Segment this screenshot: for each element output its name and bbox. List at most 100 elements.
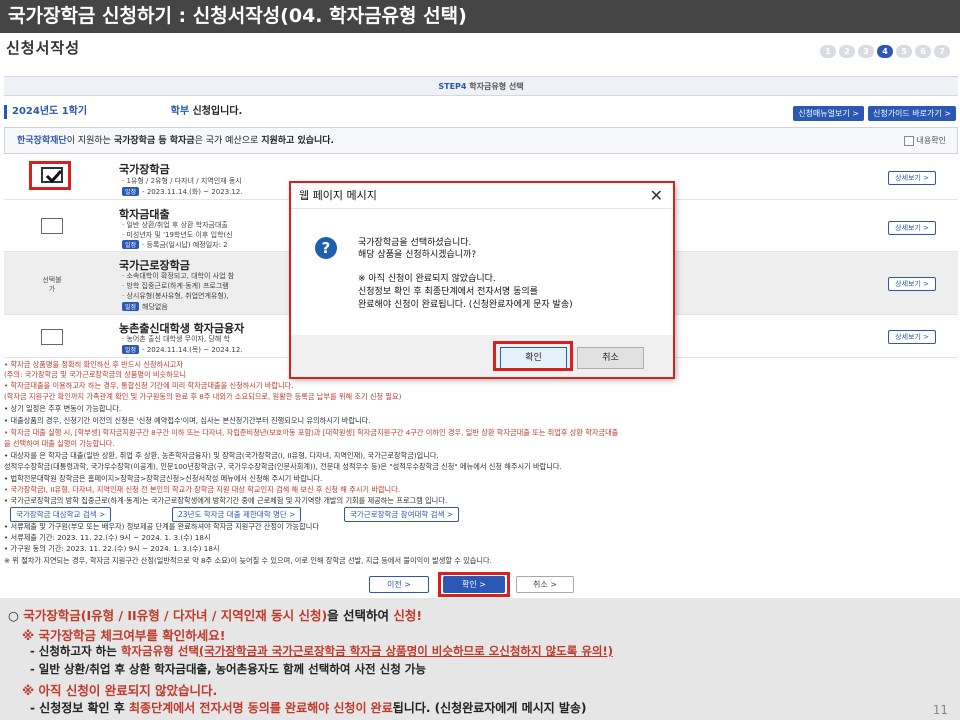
- explanation-line: ※ 아직 신청이 완료되지 않았습니다.: [22, 683, 218, 698]
- explanation-line: ※ 국가장학금 체크여부를 확인하세요!: [22, 628, 226, 643]
- step-dot-7: 7: [934, 45, 950, 58]
- step-bar-label: 학자금유형 선택: [469, 82, 524, 91]
- step-bar: STEP4 학자금유형 선택: [4, 76, 958, 96]
- notice-text-2: 은 국가 예산으로: [194, 136, 259, 146]
- note-line: • 학자금대출을 이용하고자 하는 경우, 통합신청 기간에 미리 학자금대출을…: [4, 381, 294, 390]
- checkmark-icon: [45, 169, 63, 183]
- note-line: • 국가근로장학금의 방학 집중근로(하계·동계)는 국가근로장학생에게 방학기…: [4, 496, 448, 505]
- note-line: • 상기 일정은 추후 변동이 가능합니다.: [4, 404, 122, 413]
- product-schedule: · 등록금(일시납) 예정일자: 2: [142, 241, 228, 249]
- detail-button[interactable]: 상세보기 >: [888, 330, 936, 344]
- explanation-bullet: ○: [8, 608, 24, 623]
- explanation-text: 국가장학금(I유형 / II유형 / 다자녀 / 지역인재 동시 신청): [23, 608, 328, 623]
- note-line: • 법학전문대학원 장학금은 홈페이지>장학금>장학금신청>신청서작성 메뉴에서…: [4, 474, 323, 483]
- step-dot-1: 1: [820, 45, 836, 58]
- note-line: • 학자금 대출 실행 시, [학부생] 학자금지원구간 8구간 이하 또는 다…: [4, 428, 619, 437]
- note-line: ※ 위 절차가 지연되는 경우, 학자금 지원구간 산정(일반적으로 약 8주 …: [4, 556, 492, 565]
- explanation-text: (국가장학금과 국가근로장학금 학자금 상품명이 비슷하므로 오신청하지 않도록…: [198, 644, 614, 658]
- schedule-badge: 일정: [122, 302, 140, 311]
- page-number: 11: [932, 703, 948, 717]
- notice-org: 한국장학재단: [17, 136, 67, 146]
- explanation-line: ○ 국가장학금(I유형 / II유형 / 다자녀 / 지역인재 동시 신청)을 …: [8, 605, 422, 624]
- product-schedule-line: 일정 - 2023.11.14.(화) ~ 2023.12.: [122, 187, 243, 197]
- notice-box: 한국장학재단이 지원하는 국가장학금 등 학자금은 국가 예산으로 지원하고 있…: [4, 127, 958, 154]
- explanation-text: - 신청하고자 하는: [30, 644, 121, 658]
- detail-button[interactable]: 상세보기 >: [888, 171, 936, 185]
- note-line: • 서류제출 기간: 2023. 11. 22.(수) 9시 ~ 2024. 1…: [4, 533, 211, 542]
- product-desc: · 방학 집중근로(하계·동계) 프로그램: [122, 282, 229, 290]
- agree-checkbox-box[interactable]: [903, 135, 914, 146]
- step-indicator: 1 2 3 4 5 6 7: [820, 45, 950, 58]
- product-schedule-line: 일정 · 등록금(일시납) 예정일자: 2: [122, 240, 228, 250]
- term-year: 2024년도 1학기: [12, 106, 88, 117]
- product-schedule: 2023.11.14.(화) ~ 2023.12.: [146, 188, 243, 196]
- highlight-box: [438, 572, 510, 597]
- schedule-badge: 일정: [122, 187, 140, 196]
- step-dot-2: 2: [839, 45, 855, 58]
- product-checkbox[interactable]: [41, 218, 63, 234]
- note-line: • 대출상품의 경우, 신청기간 이전의 신청은 '신청 예약접수'이며, 심사…: [4, 416, 371, 425]
- note-line: • 국가장학금I, II유형, 다자녀, 지역인재 신청 전 본인의 학교가 장…: [4, 485, 401, 494]
- product-desc: · 일반 상환/취업 후 상환 학자금대출: [122, 221, 228, 229]
- highlight-box: [289, 181, 675, 379]
- product-checkbox[interactable]: [41, 329, 63, 345]
- step-dot-3: 3: [858, 45, 874, 58]
- manual-link-button[interactable]: 신청매뉴얼보기 >: [793, 106, 864, 121]
- explanation-text: 신청!: [393, 608, 423, 623]
- product-desc: · 1유형 / 2유형 / 다자녀 / 지역인재 동시: [122, 177, 242, 185]
- term-level: 학부: [170, 106, 190, 117]
- note-line: 을 선택하여 대출 실행이 가능합니다.: [4, 439, 115, 448]
- notice-bold-1: 국가장학금 등 학자금: [113, 136, 195, 146]
- note-line: (학자금 지원구간 확인까지 가족관계 확인 및 가구원동의 완료 후 8주 내…: [4, 392, 402, 401]
- agree-checkbox[interactable]: 내용확인: [903, 135, 946, 146]
- cancel-button[interactable]: 취소 >: [516, 576, 574, 593]
- note-line: (주의: 국가장학금 및 국가근로장학금의 상품명이 비슷하오니: [4, 370, 186, 379]
- schedule-badge: 일정: [122, 240, 140, 249]
- guide-link-button[interactable]: 신청가이드 바로가기 >: [867, 106, 956, 121]
- step-dot-4: 4: [877, 45, 893, 58]
- prev-button[interactable]: 이전 >: [369, 576, 429, 593]
- work-univ-search-button[interactable]: 국가근로장학금 참여대학 검색 >: [344, 507, 460, 522]
- note-line: • 대상자를 은 학자금 대출(일반 상환, 취업 후 상환, 농촌학자금융자)…: [4, 451, 439, 460]
- explanation-text: 최종단계에서 전자서명 동의를 완료해야 신청이 완료: [128, 701, 393, 715]
- step-dot-6: 6: [915, 45, 931, 58]
- detail-button[interactable]: 상세보기 >: [888, 277, 936, 291]
- term-suffix: 신청입니다.: [192, 106, 243, 117]
- agree-label: 내용확인: [916, 136, 946, 145]
- notice-bold-2: 지원하고 있습니다.: [261, 136, 334, 146]
- explanation-panel: ○ 국가장학금(I유형 / II유형 / 다자녀 / 지역인재 동시 신청)을 …: [0, 598, 960, 720]
- note-line: • 학자금 상품명을 정확히 확인하신 후 반드시 신청하시고자: [4, 360, 183, 369]
- product-checkbox[interactable]: [41, 167, 63, 183]
- slide-title: 국가장학금 신청하기 : 신청서작성(04. 학자금유형 선택): [0, 0, 960, 33]
- explanation-text: 됩니다. (신청완료자에게 메시지 발송): [392, 701, 587, 715]
- explanation-line: - 일반 상환/취업 후 상환 학자금대출, 농어촌융자도 함께 선택하여 사전…: [30, 662, 426, 676]
- product-schedule: 2024.11.14.(목) ~ 2024.12.: [146, 346, 243, 354]
- product-desc: · 농어촌 출신 대학생 무이자, 당해 학: [122, 335, 230, 343]
- unavailable-label: 선택불가: [42, 276, 62, 293]
- product-schedule-line: 일정 해당없음: [122, 302, 168, 312]
- term-line: 2024년도 1학기 학부 신청입니다.: [4, 105, 242, 119]
- guide-links: 신청매뉴얼보기 > 신청가이드 바로가기 >: [793, 106, 956, 121]
- explanation-line: - 신청하고자 하는 학자금유형 선택(국가장학금과 국가근로장학금 학자금 상…: [30, 643, 613, 659]
- product-schedule: 해당없음: [142, 303, 168, 311]
- notice-text-1: 이 지원하는: [66, 136, 111, 146]
- product-title: 국가장학금: [119, 163, 170, 176]
- search-school-button[interactable]: 국가장학금 대상학교 검색 >: [10, 507, 112, 522]
- note-line: 성적우수장학금(대통령과학, 국가우수장학(이공계), 인문100년장학금(구,…: [4, 462, 562, 471]
- note-line: • 서류제출 및 가구원(부모 또는 배우자) 정보제공 단계를 완료하셔야 학…: [4, 522, 319, 531]
- page-heading: 신청서작성: [6, 39, 81, 57]
- loan-restricted-list-button[interactable]: 23년도 학자금 대출 제한대학 명단 >: [172, 507, 302, 522]
- explanation-line: - 신청정보 확인 후 최종단계에서 전자서명 동의를 완료해야 신청이 완료됩…: [30, 699, 586, 716]
- product-desc: · 미성년자 및 '19학년도 이후 입학(신: [122, 231, 233, 239]
- detail-button[interactable]: 상세보기 >: [888, 221, 936, 235]
- explanation-text: - 신청정보 확인 후: [30, 701, 129, 715]
- step-bar-prefix: STEP4: [438, 82, 467, 91]
- explanation-text: 학자금유형 선택: [120, 644, 199, 658]
- product-desc: · 상시유형(봉사유형, 취업연계유형),: [122, 292, 229, 300]
- product-schedule-line: 일정 - 2024.11.14.(목) ~ 2024.12.: [122, 345, 243, 355]
- product-desc: · 소속대학이 확정되고, 대학이 사업 참: [122, 272, 235, 280]
- schedule-badge: 일정: [122, 345, 140, 354]
- note-line: • 가구원 동의 기간: 2023. 11. 22.(수) 9시 ~ 2024.…: [4, 544, 220, 553]
- explanation-text: 을 선택하여: [327, 608, 394, 623]
- step-dot-5: 5: [896, 45, 912, 58]
